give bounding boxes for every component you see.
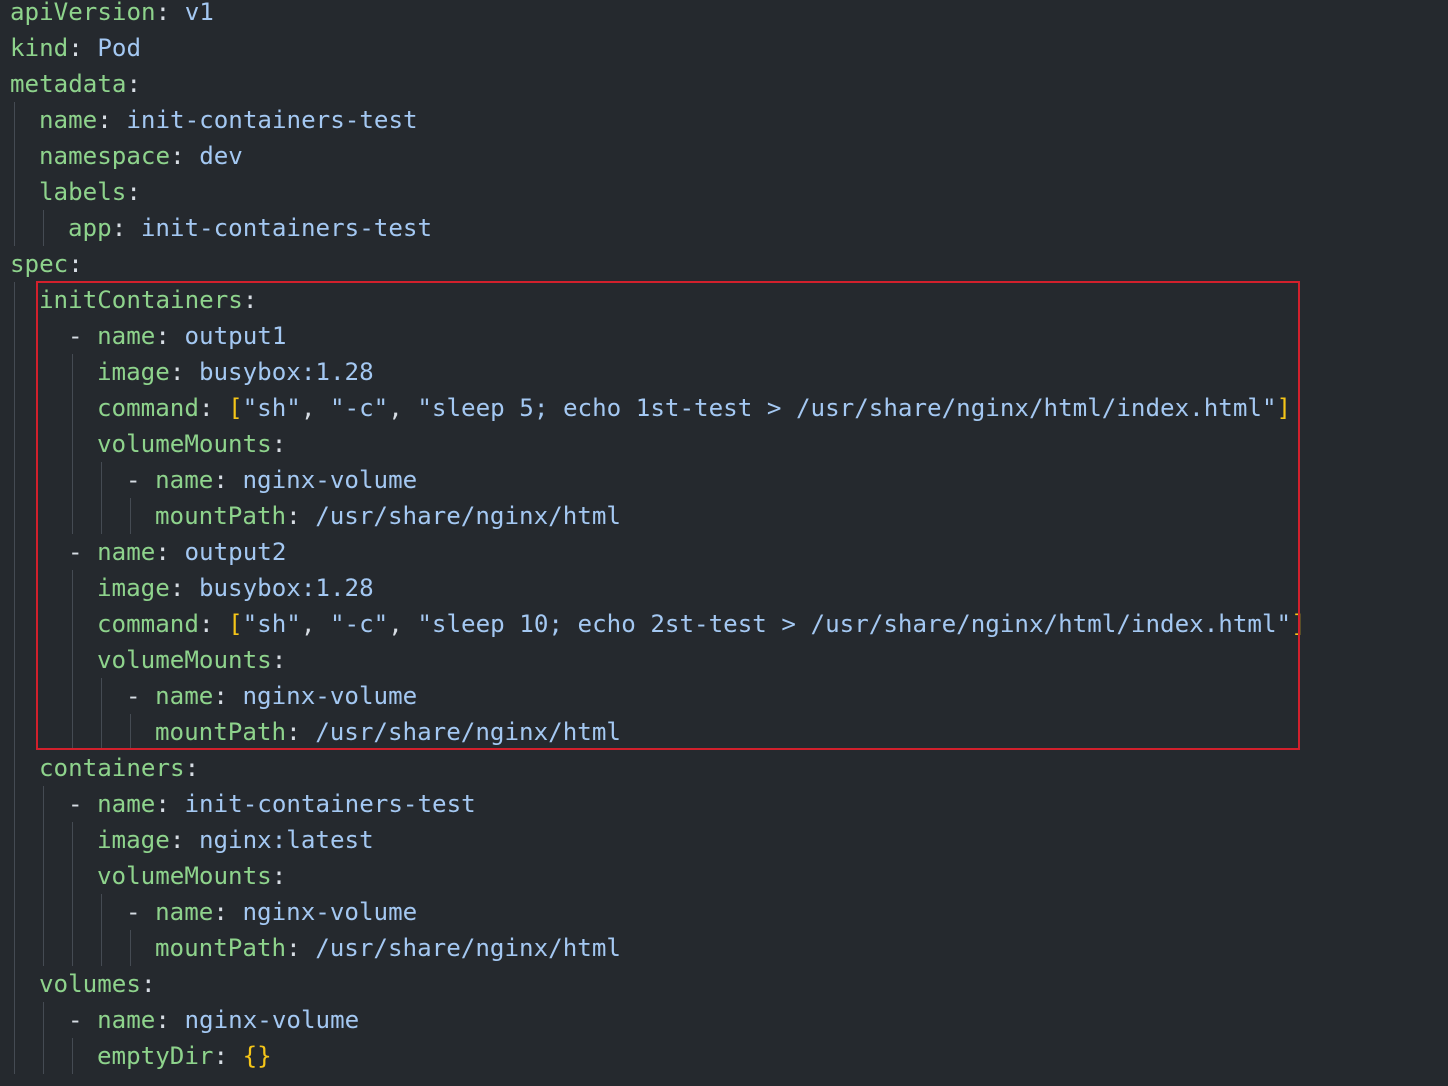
yaml-value: nginx-volume bbox=[184, 1006, 360, 1034]
yaml-key: volumes bbox=[39, 970, 141, 998]
yaml-key: mountPath bbox=[155, 934, 287, 962]
colon: : bbox=[184, 754, 200, 782]
indent-guide bbox=[14, 102, 15, 246]
list-dash: - bbox=[68, 790, 98, 818]
code-line: spec: bbox=[10, 246, 83, 282]
code-line: - name: nginx-volume bbox=[68, 1002, 359, 1038]
code-line: app: init-containers-test bbox=[68, 210, 432, 246]
colon: : bbox=[68, 250, 83, 278]
yaml-key: name bbox=[97, 1006, 156, 1034]
code-line: image: nginx:latest bbox=[97, 822, 374, 858]
colon: : bbox=[155, 1006, 170, 1034]
braces: {} bbox=[242, 1042, 272, 1070]
code-line: namespace: dev bbox=[39, 138, 243, 174]
list-dash: - bbox=[68, 1006, 98, 1034]
colon: : bbox=[170, 142, 185, 170]
indent-guide bbox=[14, 282, 15, 1074]
indent-guide bbox=[130, 930, 131, 966]
yaml-key: image bbox=[97, 826, 170, 854]
init-containers-highlight-box bbox=[36, 281, 1300, 750]
yaml-value: nginx-volume bbox=[242, 898, 418, 926]
colon: : bbox=[126, 178, 141, 206]
yaml-value: /usr/share/nginx/html bbox=[315, 934, 621, 962]
yaml-key: spec bbox=[10, 250, 69, 278]
code-line: volumeMounts: bbox=[97, 858, 286, 894]
indent-guide bbox=[72, 822, 73, 966]
yaml-value: init-containers-test bbox=[140, 214, 433, 242]
yaml-value: init-containers-test bbox=[184, 790, 476, 818]
yaml-editor[interactable]: apiVersion: v1 kind: Pod metadata: name: in… bbox=[0, 0, 1448, 1086]
yaml-value: dev bbox=[199, 142, 243, 170]
code-line: kind: Pod bbox=[10, 30, 141, 66]
colon: : bbox=[155, 0, 171, 26]
code-line: mountPath: /usr/share/nginx/html bbox=[155, 930, 621, 966]
yaml-key: app bbox=[68, 214, 112, 242]
code-line: volumes: bbox=[39, 966, 156, 1002]
yaml-value: init-containers-test bbox=[126, 106, 418, 134]
colon: : bbox=[213, 898, 228, 926]
colon: : bbox=[126, 70, 142, 98]
indent-guide bbox=[43, 210, 44, 246]
indent-guide bbox=[43, 786, 44, 966]
colon: : bbox=[286, 934, 301, 962]
yaml-key: name bbox=[39, 106, 98, 134]
indent-guide bbox=[43, 1002, 44, 1074]
code-line: labels: bbox=[39, 174, 141, 210]
yaml-key: labels bbox=[39, 178, 127, 206]
colon: : bbox=[155, 790, 170, 818]
yaml-value: v1 bbox=[184, 0, 214, 26]
code-line: - name: nginx-volume bbox=[126, 894, 417, 930]
yaml-key: namespace bbox=[39, 142, 171, 170]
list-dash: - bbox=[126, 898, 156, 926]
colon: : bbox=[111, 214, 127, 242]
yaml-key: name bbox=[155, 898, 214, 926]
colon: : bbox=[97, 106, 112, 134]
colon: : bbox=[169, 826, 185, 854]
yaml-value: nginx:latest bbox=[198, 826, 374, 854]
colon: : bbox=[68, 34, 83, 62]
indent-guide bbox=[72, 1038, 73, 1074]
code-line: name: init-containers-test bbox=[39, 102, 418, 138]
colon: : bbox=[140, 970, 156, 998]
code-line: containers: bbox=[39, 750, 199, 786]
yaml-key: volumeMounts bbox=[97, 862, 272, 890]
code-line: emptyDir: {} bbox=[97, 1038, 272, 1074]
yaml-key: apiVersion bbox=[10, 0, 156, 26]
code-line: - name: init-containers-test bbox=[68, 786, 476, 822]
yaml-key: containers bbox=[39, 754, 185, 782]
yaml-value: Pod bbox=[97, 34, 142, 62]
colon: : bbox=[271, 862, 287, 890]
code-line: metadata: bbox=[10, 66, 141, 102]
indent-guide bbox=[101, 894, 102, 966]
yaml-key: name bbox=[97, 790, 156, 818]
colon: : bbox=[213, 1042, 229, 1070]
yaml-key: kind bbox=[10, 34, 69, 62]
yaml-key: metadata bbox=[10, 70, 127, 98]
yaml-key: emptyDir bbox=[97, 1042, 214, 1070]
code-line: apiVersion: v1 bbox=[10, 0, 214, 30]
